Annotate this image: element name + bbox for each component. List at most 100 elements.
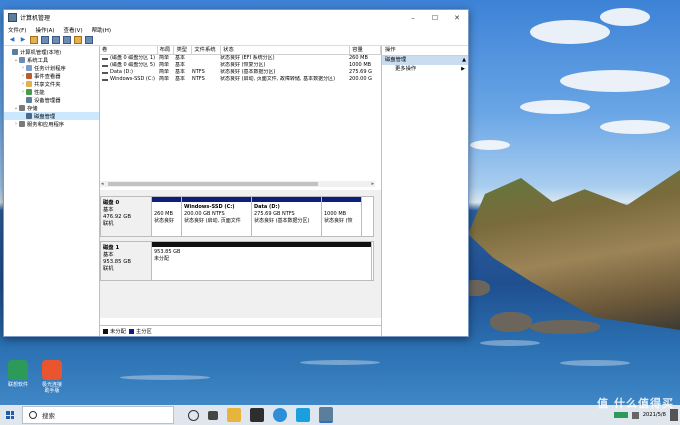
- legend-swatch-unallocated: [103, 328, 108, 334]
- edge-icon[interactable]: [273, 408, 287, 422]
- clock[interactable]: 2021/5/8: [643, 412, 666, 418]
- battery-icon[interactable]: [613, 412, 628, 418]
- file-explorer-icon[interactable]: [227, 408, 241, 422]
- scroll-left-icon[interactable]: ◂: [101, 181, 104, 187]
- column-header-status[interactable]: 状态: [221, 46, 351, 54]
- more-actions-item[interactable]: 更多操作 ▶: [382, 65, 468, 74]
- volume-row[interactable]: (磁盘 0 磁盘分区 1) 简单 基本 状态良好 (EFI 系统分区) 260 MB: [100, 55, 381, 62]
- tree-node-label: 性能: [34, 90, 45, 96]
- menu-action[interactable]: 操作(A): [35, 26, 54, 34]
- search-icon: [29, 411, 37, 419]
- rock: [530, 320, 600, 334]
- cell-volume: Data (D:): [100, 69, 157, 76]
- partition-status: 未分配: [154, 256, 170, 262]
- vertical-scrollbar[interactable]: [375, 190, 381, 318]
- cloud: [600, 120, 670, 134]
- title-bar[interactable]: 计算机管理 – ☐ ✕: [4, 10, 468, 25]
- tree-node[interactable]: 计算机管理(本地): [4, 48, 99, 56]
- partition-block[interactable]: 1000 MB 状态良好 (恢: [322, 197, 362, 236]
- cell-type: 基本: [175, 55, 186, 61]
- tree-node[interactable]: › 共享文件夹: [4, 80, 99, 88]
- column-header-capacity[interactable]: 容量: [350, 46, 381, 54]
- tree-node[interactable]: ⌄ 存储: [4, 104, 99, 112]
- horizontal-scrollbar[interactable]: ◂ ▸: [100, 181, 375, 187]
- cell-capacity: 1000 MB: [349, 62, 372, 68]
- tree-node-icon: [26, 113, 32, 119]
- tree-node[interactable]: 磁盘管理: [4, 112, 99, 120]
- actions-group-disk-management[interactable]: 磁盘管理 ▲: [382, 56, 468, 65]
- task-view-icon[interactable]: [208, 410, 218, 420]
- jiguang-app-icon: [42, 360, 62, 380]
- computer-management-window: 计算机管理 – ☐ ✕ 文件(F) 操作(A) 查看(V) 帮助(H) ◀ ▶ …: [3, 9, 469, 337]
- maximize-button[interactable]: ☐: [424, 10, 446, 25]
- partition-status: 状态良好: [154, 218, 175, 224]
- menu-bar: 文件(F) 操作(A) 查看(V) 帮助(H): [4, 25, 468, 34]
- tree-node[interactable]: 设备管理器: [4, 96, 99, 104]
- cell-layout: 简单: [159, 55, 170, 61]
- disk-type: 基本: [103, 207, 114, 213]
- disk-size: 953.85 GB: [103, 259, 131, 265]
- partition-size: 1000 MB: [324, 211, 347, 217]
- cell-layout: 简单: [159, 69, 170, 75]
- forward-arrow-icon[interactable]: ▶: [19, 36, 27, 44]
- network-icon[interactable]: [631, 411, 639, 419]
- start-button[interactable]: [0, 405, 20, 425]
- disk-row[interactable]: 磁盘 0 基本 476.92 GB 联机 260 MB 状态良好 Windows-SSD (…: [100, 196, 374, 237]
- settings-icon[interactable]: [74, 35, 82, 44]
- folder-icon[interactable]: [30, 35, 38, 44]
- center-pane: 卷 布局 类型 文件系统 状态 容量 (磁盘 0 磁盘分区 1) 简单 基本 状态良好…: [100, 46, 382, 336]
- cloud: [600, 8, 650, 26]
- column-header-layout[interactable]: 布局: [158, 46, 175, 54]
- store-icon[interactable]: [250, 408, 264, 422]
- menu-file[interactable]: 文件(F): [8, 26, 26, 34]
- tree-node[interactable]: › 服务和应用程序: [4, 120, 99, 128]
- cell-capacity: 275.69 G: [349, 69, 372, 75]
- close-button[interactable]: ✕: [446, 10, 468, 25]
- tree-node-icon: [26, 73, 32, 79]
- desktop-icon-jiguang[interactable]: 极光连接 助手版: [34, 360, 70, 394]
- tree-node[interactable]: › 事件查看器: [4, 72, 99, 80]
- cortana-icon[interactable]: [188, 409, 199, 421]
- back-arrow-icon[interactable]: ◀: [8, 36, 16, 44]
- wave: [120, 375, 210, 380]
- tree-node[interactable]: ⌄ 系统工具: [4, 56, 99, 64]
- disk-row[interactable]: 磁盘 1 基本 953.85 GB 联机 953.85 GB 未分配: [100, 241, 374, 281]
- tree-node-label: 设备管理器: [34, 98, 61, 104]
- disk-label[interactable]: 磁盘 0 基本 476.92 GB 联机: [100, 196, 152, 237]
- disk-label[interactable]: 磁盘 1 基本 953.85 GB 联机: [100, 241, 152, 281]
- view-icon[interactable]: [85, 35, 93, 44]
- partition-block[interactable]: 260 MB 状态良好: [152, 197, 182, 236]
- partition-size: 200.00 GB NTFS: [184, 211, 225, 217]
- partition-block[interactable]: Data (D:) 275.69 GB NTFS 状态良好 (基本数据分区): [252, 197, 322, 236]
- legend: 未分配 主分区: [100, 325, 381, 336]
- help-icon[interactable]: [52, 35, 60, 44]
- column-header-filesystem[interactable]: 文件系统: [192, 46, 222, 54]
- skype-icon[interactable]: [296, 408, 310, 422]
- tree-node-label: 系统工具: [27, 58, 49, 64]
- column-header-type[interactable]: 类型: [174, 46, 193, 54]
- scrollbar-thumb[interactable]: [108, 182, 318, 186]
- unallocated-region[interactable]: 953.85 GB 未分配: [152, 242, 372, 280]
- partition-block[interactable]: Windows-SSD (C:) 200.00 GB NTFS 状态良好 (启动, …: [182, 197, 252, 236]
- computer-management-taskbar-icon[interactable]: [319, 407, 333, 423]
- minimize-button[interactable]: –: [402, 10, 424, 25]
- actions-group-label: 磁盘管理: [385, 57, 407, 63]
- volume-row[interactable]: Data (D:) 简单 基本 NTFS 状态良好 (基本数据分区) 275.69 G: [100, 69, 381, 76]
- window-title: 计算机管理: [20, 15, 51, 22]
- menu-help[interactable]: 帮助(H): [92, 26, 111, 34]
- volume-row[interactable]: (磁盘 0 磁盘分区 5) 简单 基本 状态良好 (恢复分区) 1000 MB: [100, 62, 381, 69]
- tree-node-icon: [19, 105, 25, 111]
- taskbar-search-box[interactable]: 搜索: [22, 406, 174, 424]
- properties-icon[interactable]: [41, 35, 49, 44]
- cell-volume: Windows-SSD (C:): [100, 76, 157, 83]
- desktop-icon-lenovo[interactable]: 联想软件: [0, 360, 36, 388]
- tree-node[interactable]: › 任务计划程序: [4, 64, 99, 72]
- tree-node[interactable]: › 性能: [4, 88, 99, 96]
- column-header-volume[interactable]: 卷: [100, 46, 158, 54]
- console-tree-icon[interactable]: [63, 35, 71, 44]
- menu-view[interactable]: 查看(V): [64, 26, 83, 34]
- volume-row[interactable]: Windows-SSD (C:) 简单 基本 NTFS 状态良好 (启动, 页面文件, …: [100, 76, 381, 83]
- scroll-right-icon[interactable]: ▸: [371, 181, 374, 187]
- cell-volume: (磁盘 0 磁盘分区 1): [100, 55, 157, 62]
- cloud: [530, 20, 610, 44]
